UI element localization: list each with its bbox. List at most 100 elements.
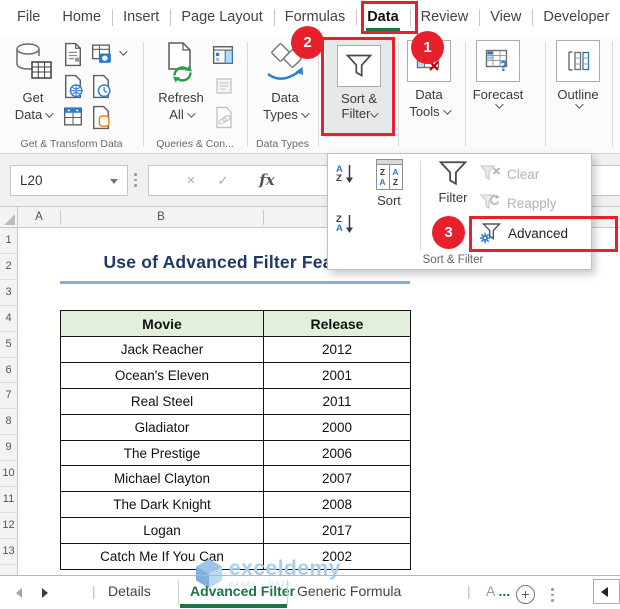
group-separator [398,42,399,147]
ribbon-tab-developer[interactable]: Developer [532,0,620,36]
outline-button[interactable]: Outline [550,40,606,109]
data-tools-label-2: Tools [409,104,440,119]
refresh-all-button[interactable]: Refresh All [152,40,210,123]
sheet-tab-partial[interactable]: A ... [486,583,510,599]
chevron-down-icon [442,105,452,115]
table-header-movie[interactable]: Movie [60,310,264,337]
row-header-3[interactable]: 3 [0,280,17,306]
group-label-queries: Queries & Con... [156,138,234,150]
table-cell[interactable]: 2000 [263,413,411,441]
table-row: Catch Me If You Can 2002 [60,543,411,571]
row-header-10[interactable]: 10 [0,461,17,488]
column-header-b[interactable]: B [157,207,165,227]
table-cell[interactable]: 2011 [263,387,411,415]
enter-icon[interactable]: ✓ [212,166,234,195]
table-cell[interactable]: Ocean's Eleven [60,361,264,389]
data-tools-label-1: Data [415,87,443,102]
from-web-icon[interactable] [62,74,86,99]
prev-sheet-icon[interactable] [16,588,22,598]
table-header-release[interactable]: Release [263,310,411,337]
sort-descending-button[interactable]: ZA [336,214,354,234]
table-cell[interactable]: Real Steel [60,387,264,415]
row-header-13[interactable]: 13 [0,539,17,565]
row-header-4[interactable]: 4 [0,306,17,332]
from-table-range-icon[interactable] [62,105,86,129]
ribbon-tab-review[interactable]: Review [409,0,480,36]
ribbon-tab-file[interactable]: File [6,0,51,36]
row-header-5[interactable]: 5 [0,332,17,358]
outline-icon [556,40,600,82]
row-header-8[interactable]: 8 [0,409,17,436]
group-separator [545,42,546,147]
recent-sources-icon[interactable] [90,74,114,99]
chevron-down-icon[interactable] [119,47,128,56]
table-row: Michael Clayton 2007 [60,465,411,493]
table-cell[interactable]: Gladiator [60,413,264,441]
sheet-tab-details[interactable]: Details [108,583,151,599]
existing-connections-icon[interactable] [90,105,114,130]
ribbon-tab-home[interactable]: Home [51,0,112,36]
sort-dialog-button[interactable]: ZA AZ Sort [366,159,412,208]
table-cell[interactable]: Michael Clayton [60,465,264,493]
ribbon-tab-page-layout[interactable]: Page Layout [170,0,273,36]
row-header-1[interactable]: 1 [0,228,17,254]
cancel-icon[interactable]: × [180,166,202,195]
next-sheet-icon[interactable] [42,588,48,598]
sort-icon: ZA AZ [375,159,403,190]
annotation-step-1: 1 [411,31,444,64]
table-cell[interactable]: 2017 [263,517,411,545]
table-cell[interactable]: 2007 [263,465,411,493]
from-picture-icon[interactable] [90,42,114,66]
filter-button[interactable]: Filter [429,159,477,205]
sheet-tab-advanced-filter[interactable]: Advanced Filter [190,583,295,599]
edit-links-icon-disabled [214,106,238,130]
select-all-button[interactable] [0,207,18,227]
table-cell[interactable]: 2006 [263,439,411,467]
annotation-box-data-tab [361,1,418,34]
sheet-tab-generic-formula[interactable]: Generic Formula [297,583,401,599]
tab-overflow-icon[interactable] [551,588,554,602]
row-header-7[interactable]: 7 [0,383,17,410]
table-cell[interactable]: The Dark Knight [60,491,264,519]
reapply-icon [480,194,500,210]
name-box-dropdown-icon[interactable] [110,179,118,184]
column-header-a[interactable]: A [35,207,43,227]
row-header-2[interactable]: 2 [0,254,17,280]
table-cell[interactable]: 2001 [263,361,411,389]
table-cell[interactable]: The Prestige [60,439,264,467]
table-row: Logan 2017 [60,517,411,545]
group-label-data-types: Data Types [256,138,309,150]
insert-function-icon[interactable]: fx [256,166,278,195]
forecast-icon: ? [476,40,520,82]
ribbon-tab-insert[interactable]: Insert [112,0,170,36]
sort-ascending-button[interactable]: AZ [336,164,354,184]
row-header-6[interactable]: 6 [0,358,17,384]
table-cell[interactable]: 2012 [263,336,411,363]
name-box[interactable]: L20 [10,165,128,196]
ribbon-tab-view[interactable]: View [479,0,532,36]
table-cell[interactable]: 2002 [263,543,411,571]
from-text-csv-icon[interactable] [62,42,86,67]
splitter-handle[interactable] [134,173,137,187]
table-cell[interactable]: Jack Reacher [60,336,264,363]
table-header-row: Movie Release [60,310,411,337]
table-row: Gladiator 2000 [60,413,411,441]
new-sheet-button[interactable]: + [516,585,535,604]
table-cell[interactable]: Logan [60,517,264,545]
queries-connections-icon[interactable] [212,44,236,68]
annotation-step-2: 2 [291,26,324,59]
row-headers[interactable]: 1 2 3 4 5 6 7 8 9 10 11 12 13 [0,228,18,575]
get-data-button[interactable]: Get Data [6,40,60,123]
table-cell[interactable]: Catch Me If You Can [60,543,264,571]
movie-table: Movie Release Jack Reacher 2012 Ocean's Ele… [60,310,411,571]
row-header-11[interactable]: 11 [0,487,17,513]
row-header-12[interactable]: 12 [0,513,17,539]
annotation-box-advanced [469,216,618,252]
table-cell[interactable]: 2008 [263,491,411,519]
annotation-step-3: 3 [432,216,465,249]
down-arrow-icon [345,165,353,183]
group-separator [465,42,466,147]
row-header-9[interactable]: 9 [0,435,17,462]
horizontal-scrollbar-left[interactable] [593,579,620,604]
forecast-button[interactable]: ? Forecast [470,40,526,109]
